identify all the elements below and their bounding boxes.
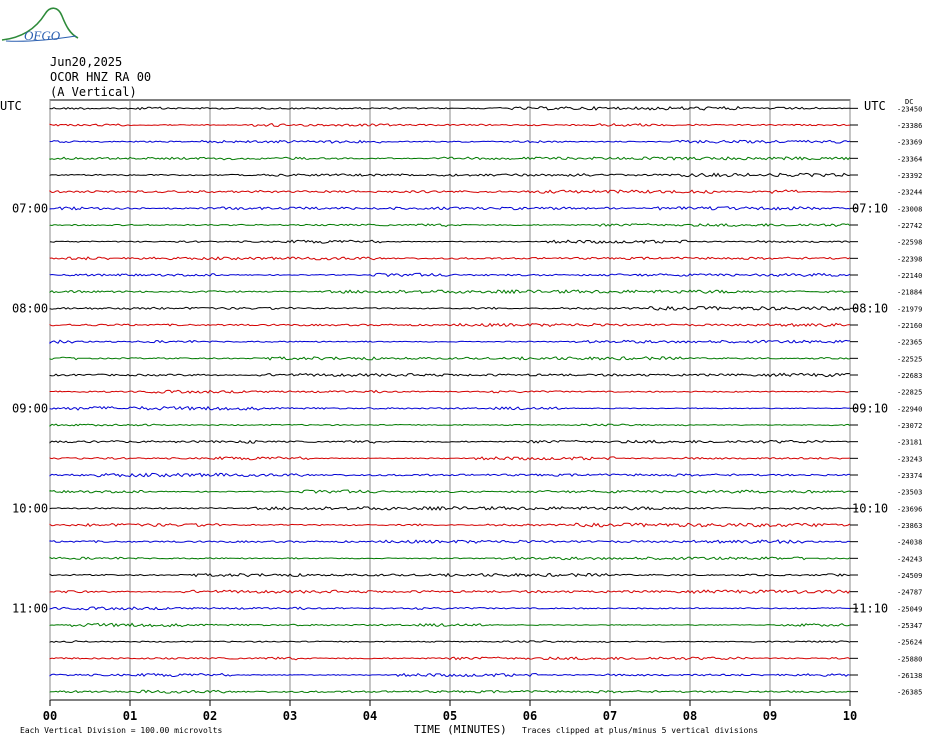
- dc-offset-label: -22598: [897, 239, 922, 247]
- left-time-label: 08:00: [12, 301, 48, 315]
- left-time-label: 11:00: [12, 601, 48, 615]
- dc-offset-label: -22160: [897, 322, 922, 330]
- dc-offset-label: -23243: [897, 455, 922, 463]
- dc-offset-label: -24038: [897, 539, 922, 547]
- x-axis-title: TIME (MINUTES): [414, 723, 507, 736]
- x-tick-label: 08: [683, 709, 697, 723]
- dc-offset-label: -26385: [897, 689, 922, 697]
- dc-offset-label: -24509: [897, 572, 922, 580]
- dc-offset-label: -22525: [897, 355, 922, 363]
- dc-offset-label: -26138: [897, 672, 922, 680]
- dc-offset-label: -24243: [897, 555, 922, 563]
- x-tick-label: 04: [363, 709, 377, 723]
- dc-offset-label: -23392: [897, 172, 922, 180]
- x-tick-label: 06: [523, 709, 537, 723]
- footer-clip-note: Traces clipped at plus/minus 5 vertical …: [522, 726, 758, 735]
- dc-offset-label: -23696: [897, 505, 922, 513]
- x-tick-label: 03: [283, 709, 297, 723]
- right-time-label: 10:10: [852, 501, 888, 515]
- x-tick-label: 01: [123, 709, 137, 723]
- left-time-label: 10:00: [12, 501, 48, 515]
- dc-offset-label: -23072: [897, 422, 922, 430]
- dc-offset-label: -23450: [897, 105, 922, 113]
- left-axis-title: UTC: [0, 99, 22, 113]
- dc-offset-label: -25880: [897, 655, 922, 663]
- dc-offset-label: -22825: [897, 389, 922, 397]
- dc-offset-label: -23369: [897, 139, 922, 147]
- right-time-label: 08:10: [852, 301, 888, 315]
- dc-offset-label: -23386: [897, 122, 922, 130]
- dc-offset-label: -23181: [897, 439, 922, 447]
- dc-offset-label: -22742: [897, 222, 922, 230]
- x-tick-label: 07: [603, 709, 617, 723]
- right-time-label: 07:10: [852, 201, 888, 215]
- footer-scale-note: Each Vertical Division = 100.00 microvol…: [20, 726, 222, 735]
- dc-offset-label: -23008: [897, 205, 922, 213]
- x-tick-label: 02: [203, 709, 217, 723]
- dc-offset-label: -23244: [897, 189, 922, 197]
- dc-offset-label: -22365: [897, 339, 922, 347]
- dc-offset-label: -21884: [897, 289, 922, 297]
- dc-offset-label: -23503: [897, 489, 922, 497]
- dc-offset-label: -25624: [897, 639, 922, 647]
- right-time-label: 11:10: [852, 601, 888, 615]
- label-layer: UTC UTC DC TIME (MINUTES) Each Vertical …: [0, 98, 922, 736]
- dc-offset-label: -23364: [897, 155, 922, 163]
- right-axis-title: UTC: [864, 99, 886, 113]
- dc-offset-label: -25049: [897, 605, 922, 613]
- x-tick-label: 00: [43, 709, 57, 723]
- dc-offset-label: -22140: [897, 272, 922, 280]
- right-time-label: 09:10: [852, 401, 888, 415]
- dc-offset-label: -21979: [897, 305, 922, 313]
- dc-offset-label: -22398: [897, 255, 922, 263]
- dc-offset-label: -23374: [897, 472, 922, 480]
- dc-offset-label: -24787: [897, 589, 922, 597]
- left-time-label: 09:00: [12, 401, 48, 415]
- helicorder-plot: UTC UTC DC TIME (MINUTES) Each Vertical …: [0, 98, 922, 736]
- x-tick-label: 10: [843, 709, 857, 723]
- x-tick-label: 09: [763, 709, 777, 723]
- left-time-label: 07:00: [12, 201, 48, 215]
- dc-offset-label: -23863: [897, 522, 922, 530]
- dc-offset-label: -22940: [897, 405, 922, 413]
- x-tick-label: 05: [443, 709, 457, 723]
- dc-offset-label: -25347: [897, 622, 922, 630]
- dc-offset-label: -22683: [897, 372, 922, 380]
